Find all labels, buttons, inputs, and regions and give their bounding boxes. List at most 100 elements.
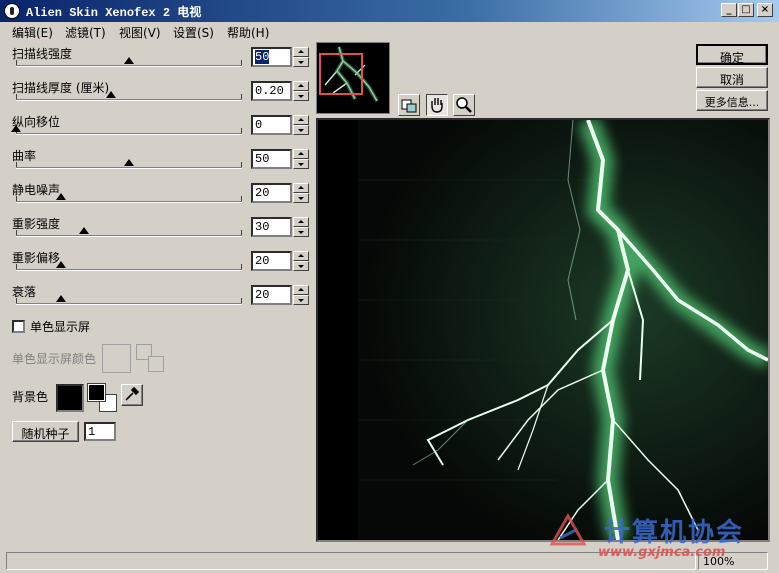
slider-tick <box>241 162 242 167</box>
mono-color-label: 单色显示屏颜色 <box>12 352 97 366</box>
spin-up-icon[interactable] <box>293 149 309 159</box>
spin-up-icon[interactable] <box>293 81 309 91</box>
menu-edit[interactable]: 编辑(E) <box>12 24 53 41</box>
background-color-swatch[interactable] <box>56 384 84 412</box>
slider-thumb[interactable] <box>56 193 66 200</box>
slider-thumb[interactable] <box>56 295 66 302</box>
param-spinner[interactable] <box>293 217 309 237</box>
param-slider[interactable] <box>11 125 242 135</box>
spin-up-icon[interactable] <box>293 115 309 125</box>
param-value: 50 <box>255 50 270 64</box>
watermark-logo-icon <box>549 512 587 546</box>
param-slider[interactable] <box>16 227 242 237</box>
maximize-icon[interactable]: □ <box>738 3 754 17</box>
ok-button[interactable]: 确定 <box>696 44 768 65</box>
spin-down-icon[interactable] <box>293 57 309 67</box>
slider-tick <box>16 196 17 201</box>
hand-icon <box>431 98 443 113</box>
lightning-preview-image <box>318 120 768 540</box>
watermark-logo <box>548 510 588 550</box>
param-spinner[interactable] <box>293 285 309 305</box>
minimize-icon[interactable]: _ <box>721 3 737 17</box>
spin-up-icon[interactable] <box>293 251 309 261</box>
slider-thumb[interactable] <box>56 261 66 268</box>
slider-tick <box>16 230 17 235</box>
param-label: 重影偏移 <box>12 251 61 265</box>
menu-view[interactable]: 视图(V) <box>119 24 161 41</box>
zoom-icon <box>456 97 472 113</box>
param-value: 50 <box>255 152 270 166</box>
param-slider[interactable] <box>16 91 242 101</box>
param-spinner[interactable] <box>293 47 309 67</box>
slider-tick <box>16 60 17 65</box>
thumbnail-viewport-box[interactable] <box>319 53 363 95</box>
menu-settings[interactable]: 设置(S) <box>173 24 214 41</box>
preview-compare-button[interactable] <box>398 94 420 116</box>
param-slider[interactable] <box>16 57 242 67</box>
slider-tick <box>241 298 242 303</box>
spin-up-icon[interactable] <box>293 183 309 193</box>
slider-tick <box>241 196 242 201</box>
slider-thumb[interactable] <box>124 159 134 166</box>
param-spinner[interactable] <box>293 81 309 101</box>
param-value-input[interactable]: 20 <box>251 183 292 203</box>
param-value: 20 <box>255 186 270 200</box>
param-label: 扫描线强度 <box>12 47 73 61</box>
param-value-input[interactable]: 20 <box>251 285 292 305</box>
param-label: 扫描线厚度 (厘米) <box>12 81 110 95</box>
param-spinner[interactable] <box>293 149 309 169</box>
slider-thumb[interactable] <box>11 125 21 132</box>
slider-tick <box>16 298 17 303</box>
param-spinner[interactable] <box>293 251 309 271</box>
slider-thumb[interactable] <box>124 57 134 64</box>
spin-down-icon[interactable] <box>293 125 309 135</box>
eyedropper-button[interactable] <box>121 384 143 406</box>
param-slider[interactable] <box>16 261 242 271</box>
spin-up-icon[interactable] <box>293 285 309 295</box>
param-value-input[interactable]: 0.20 <box>251 81 292 101</box>
main-preview[interactable] <box>316 118 770 542</box>
param-slider[interactable] <box>16 159 242 169</box>
param-value: 30 <box>255 220 270 234</box>
param-value: 0 <box>255 118 263 132</box>
random-seed-button[interactable]: 随机种子 <box>12 421 79 442</box>
param-label: 静电噪声 <box>12 183 61 197</box>
menu-help[interactable]: 帮助(H) <box>227 24 269 41</box>
cancel-button[interactable]: 取消 <box>696 67 768 88</box>
fg-color-small[interactable] <box>87 383 106 402</box>
zoom-tool-button[interactable] <box>453 94 475 116</box>
more-info-button[interactable]: 更多信息... <box>696 90 768 111</box>
random-seed-input[interactable]: 1 <box>84 422 116 441</box>
param-slider[interactable] <box>16 193 242 203</box>
watermark-text: 计算机协会 <box>604 518 745 548</box>
param-value-input[interactable]: 0 <box>251 115 292 135</box>
slider-tick <box>241 230 242 235</box>
menu-filter[interactable]: 滤镜(T) <box>65 24 106 41</box>
spin-down-icon[interactable] <box>293 261 309 271</box>
param-value-input[interactable]: 50 <box>251 47 292 67</box>
param-value: 0.20 <box>255 84 284 98</box>
spin-down-icon[interactable] <box>293 159 309 169</box>
slider-thumb[interactable] <box>106 91 116 98</box>
app-icon[interactable] <box>4 3 20 19</box>
mono-checkbox[interactable] <box>12 320 25 333</box>
param-value-input[interactable]: 20 <box>251 251 292 271</box>
spin-down-icon[interactable] <box>293 193 309 203</box>
close-icon[interactable]: × <box>757 3 773 17</box>
watermark-url: www.gxjmca.com <box>598 545 726 560</box>
slider-tick <box>241 94 242 99</box>
thumbnail-preview[interactable] <box>316 42 390 114</box>
spin-down-icon[interactable] <box>293 295 309 305</box>
spin-down-icon[interactable] <box>293 227 309 237</box>
slider-thumb[interactable] <box>79 227 89 234</box>
param-value-input[interactable]: 30 <box>251 217 292 237</box>
spin-down-icon[interactable] <box>293 91 309 101</box>
param-spinner[interactable] <box>293 115 309 135</box>
param-value-input[interactable]: 50 <box>251 149 292 169</box>
param-slider[interactable] <box>16 295 242 305</box>
hand-tool-button[interactable] <box>426 94 448 116</box>
mono-color-bg <box>148 356 164 372</box>
spin-up-icon[interactable] <box>293 217 309 227</box>
param-spinner[interactable] <box>293 183 309 203</box>
spin-up-icon[interactable] <box>293 47 309 57</box>
